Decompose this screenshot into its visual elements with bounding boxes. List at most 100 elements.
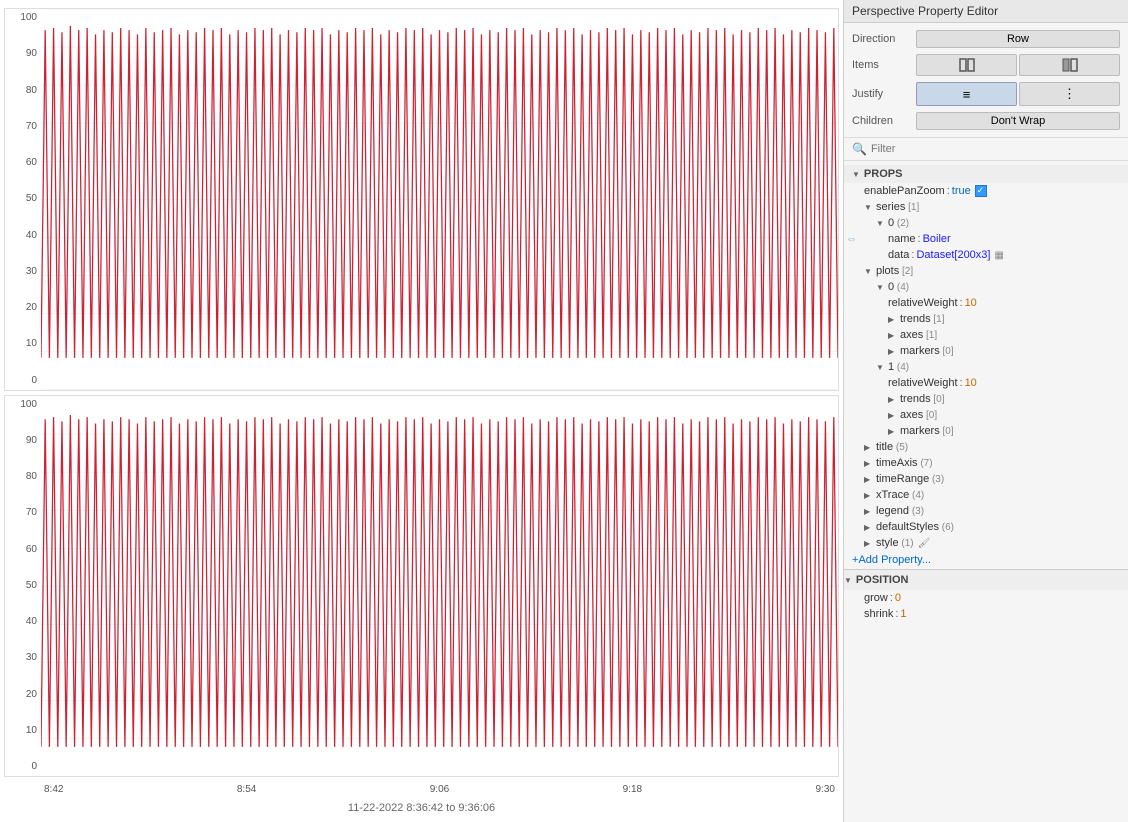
series-0-row[interactable]: ▼ 0 (2) <box>844 215 1128 231</box>
plots-1-markers-row[interactable]: ▶ markers [0] <box>844 423 1128 439</box>
plots-1-meta: (4) <box>894 362 909 373</box>
chart-area: 100 90 80 70 60 50 40 30 20 10 0 <box>0 0 843 822</box>
props-label: PROPS <box>864 168 903 180</box>
title-row[interactable]: ▶ title (5) <box>844 439 1128 455</box>
children-row: Children Don't Wrap <box>844 109 1128 133</box>
plots-1-rw-value: 10 <box>965 377 977 389</box>
add-property-label: Add Property... <box>858 554 931 566</box>
plots-0-trends-triangle: ▶ <box>888 315 898 324</box>
series-0-name-row[interactable]: ⇔ name : Boiler <box>844 231 1128 247</box>
plots-0-rw-value: 10 <box>965 297 977 309</box>
enable-pan-zoom-name: enablePanZoom <box>864 185 945 197</box>
justify-btn-group: ≡ ⋮ <box>916 82 1120 106</box>
plots-1-rw-row[interactable]: relativeWeight : 10 <box>844 375 1128 391</box>
plots-0-markers-triangle: ▶ <box>888 347 898 356</box>
legend-meta: (3) <box>909 506 924 517</box>
add-property-btn[interactable]: Add Property... <box>844 551 1128 569</box>
plots-0-rw-name: relativeWeight <box>888 297 958 309</box>
plots-0-axes-meta: [1] <box>923 330 937 341</box>
items-btn-1[interactable] <box>916 54 1017 76</box>
plots-0-trends-name: trends <box>900 313 931 325</box>
dataset-icon: ▦ <box>994 250 1003 261</box>
timeaxis-triangle: ▶ <box>864 459 874 468</box>
style-icon: 🖌 <box>918 538 931 549</box>
series-0-data-prop: data <box>888 249 909 261</box>
direction-row: Direction Row <box>844 27 1128 51</box>
plots-triangle: ▼ <box>864 267 874 276</box>
property-panel: Perspective Property Editor Direction Ro… <box>843 0 1128 822</box>
plots-1-row[interactable]: ▼ 1 (4) <box>844 359 1128 375</box>
bottom-chart-canvas[interactable] <box>41 396 838 777</box>
direction-label: Direction <box>852 33 916 45</box>
series-0-triangle: ▼ <box>876 219 886 228</box>
justify-label: Justify <box>852 88 916 100</box>
series-0-name-prop: name <box>888 233 916 245</box>
series-triangle: ▼ <box>864 203 874 212</box>
plots-row[interactable]: ▼ plots [2] <box>844 263 1128 279</box>
enable-pan-zoom-checkbox[interactable] <box>975 185 987 197</box>
filter-input[interactable] <box>871 143 1120 155</box>
shrink-name: shrink <box>864 608 893 620</box>
series-row[interactable]: ▼ series [1] <box>844 199 1128 215</box>
plots-0-axes-row[interactable]: ▶ axes [1] <box>844 327 1128 343</box>
timerange-triangle: ▶ <box>864 475 874 484</box>
defaultstyles-meta: (6) <box>939 522 954 533</box>
direction-value[interactable]: Row <box>916 30 1120 48</box>
justify-row: Justify ≡ ⋮ <box>844 79 1128 109</box>
defaultstyles-row[interactable]: ▶ defaultStyles (6) <box>844 519 1128 535</box>
timerange-row[interactable]: ▶ timeRange (3) <box>844 471 1128 487</box>
grow-name: grow <box>864 592 888 604</box>
y-axis-bottom: 100 90 80 70 60 50 40 30 20 10 0 <box>5 396 41 777</box>
position-triangle: ▼ <box>844 576 852 585</box>
bottom-chart-panel: 100 90 80 70 60 50 40 30 20 10 0 <box>4 395 839 778</box>
children-label: Children <box>852 115 916 127</box>
timeaxis-row[interactable]: ▶ timeAxis (7) <box>844 455 1128 471</box>
plots-1-trends-triangle: ▶ <box>888 395 898 404</box>
filter-row: 🔍 <box>844 138 1128 161</box>
time-range-label: 11-22-2022 8:36:42 to 9:36:06 <box>4 798 839 818</box>
xtrace-name: xTrace <box>876 489 909 501</box>
plots-1-axes-row[interactable]: ▶ axes [0] <box>844 407 1128 423</box>
plots-0-markers-row[interactable]: ▶ markers [0] <box>844 343 1128 359</box>
x-axis-labels: 8:42 8:54 9:06 9:18 9:30 <box>40 784 839 795</box>
defaultstyles-name: defaultStyles <box>876 521 939 533</box>
style-meta: (1) <box>899 538 914 549</box>
series-meta: [1] <box>905 202 919 213</box>
style-triangle: ▶ <box>864 539 874 548</box>
top-chart-canvas[interactable] <box>41 9 838 390</box>
position-label: POSITION <box>856 574 909 586</box>
plots-1-trends-row[interactable]: ▶ trends [0] <box>844 391 1128 407</box>
title-name: title <box>876 441 893 453</box>
shrink-row[interactable]: shrink : 1 <box>844 606 1128 622</box>
xtrace-meta: (4) <box>909 490 924 501</box>
items-btn-2[interactable] <box>1019 54 1120 76</box>
top-chart-panel: 100 90 80 70 60 50 40 30 20 10 0 <box>4 8 839 391</box>
items-row: Items <box>844 51 1128 79</box>
position-section-header: ▼ POSITION <box>844 569 1128 590</box>
grow-value: 0 <box>895 592 901 604</box>
plots-0-row[interactable]: ▼ 0 (4) <box>844 279 1128 295</box>
y-axis-top: 100 90 80 70 60 50 40 30 20 10 0 <box>5 9 41 390</box>
enable-pan-zoom-row[interactable]: enablePanZoom : true <box>844 183 1128 199</box>
plots-1-markers-meta: [0] <box>940 426 954 437</box>
plots-0-trends-row[interactable]: ▶ trends [1] <box>844 311 1128 327</box>
timeaxis-name: timeAxis <box>876 457 918 469</box>
props-triangle: ▼ <box>852 170 860 179</box>
justify-btn-1[interactable]: ≡ <box>916 82 1017 106</box>
children-value[interactable]: Don't Wrap <box>916 112 1120 130</box>
xtrace-triangle: ▶ <box>864 491 874 500</box>
justify-btn-2[interactable]: ⋮ <box>1019 82 1120 106</box>
plots-name: plots <box>876 265 899 277</box>
plots-1-rw-name: relativeWeight <box>888 377 958 389</box>
direction-section: Direction Row Items <box>844 23 1128 138</box>
enable-pan-zoom-value: true <box>952 185 971 197</box>
xtrace-row[interactable]: ▶ xTrace (4) <box>844 487 1128 503</box>
grow-row[interactable]: grow : 0 <box>844 590 1128 606</box>
plots-0-rw-row[interactable]: relativeWeight : 10 <box>844 295 1128 311</box>
shrink-value: 1 <box>900 608 906 620</box>
panel-title: Perspective Property Editor <box>844 0 1128 23</box>
series-0-data-row[interactable]: data : Dataset[200x3] ▦ <box>844 247 1128 263</box>
props-tree: ▼ PROPS enablePanZoom : true ▼ series [1… <box>844 161 1128 822</box>
legend-row[interactable]: ▶ legend (3) <box>844 503 1128 519</box>
style-row[interactable]: ▶ style (1) 🖌 <box>844 535 1128 551</box>
